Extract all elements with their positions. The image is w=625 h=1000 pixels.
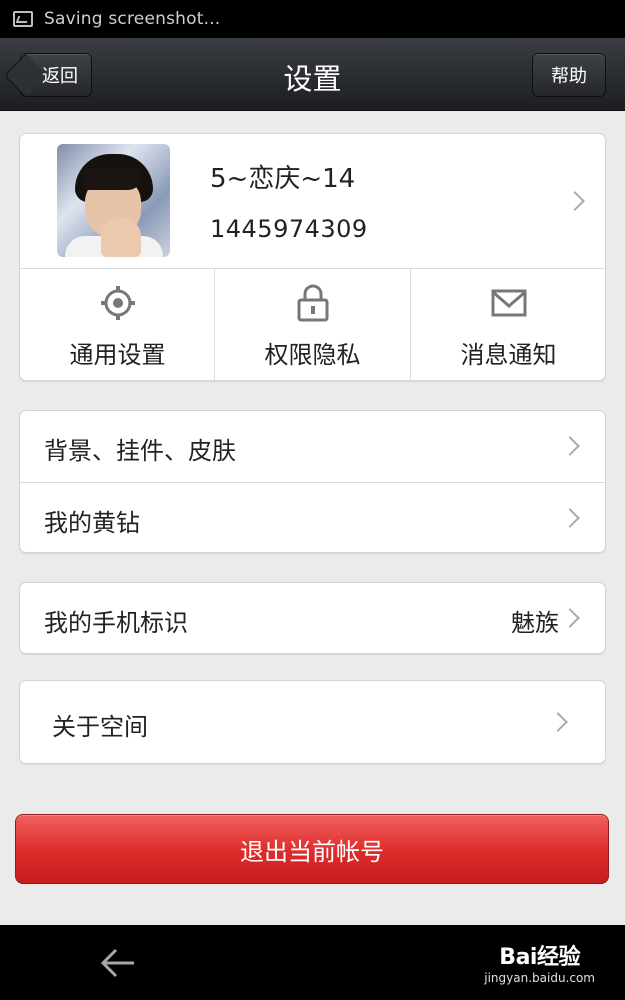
watermark: Bai经验 jingyan.baidu.com — [484, 939, 595, 985]
profile-name[interactable]: 5~恋庆~14 — [210, 158, 355, 195]
avatar[interactable] — [57, 144, 170, 257]
chevron-right-icon — [560, 508, 580, 528]
menu-item-about[interactable]: 关于空间 — [20, 687, 605, 758]
shortcut-notifications[interactable]: 消息通知 — [411, 269, 606, 380]
logout-button[interactable]: 退出当前帐号 — [15, 814, 609, 884]
menu-item-label: 我的黄钻 — [44, 509, 140, 537]
profile-id: 1445974309 — [210, 215, 368, 243]
watermark-url: jingyan.baidu.com — [484, 971, 595, 985]
menu-item-phone-tag[interactable]: 我的手机标识 魅族 — [20, 583, 605, 654]
menu-group: 我的手机标识 魅族 — [19, 582, 606, 654]
menu-item-label: 关于空间 — [52, 713, 148, 741]
watermark-brand: Bai经验 — [499, 945, 580, 970]
chevron-right-icon — [548, 712, 568, 732]
chevron-right-icon[interactable] — [565, 191, 585, 211]
chevron-right-icon — [560, 608, 580, 628]
back-arrow-icon[interactable] — [100, 947, 136, 979]
menu-item-skin[interactable]: 背景、挂件、皮肤 — [20, 411, 605, 482]
menu-item-value: 魅族 — [511, 609, 559, 637]
status-bar: Saving screenshot... — [0, 0, 625, 38]
menu-group: 背景、挂件、皮肤 我的黄钻 — [19, 410, 606, 553]
menu-group: 关于空间 — [19, 680, 606, 764]
chevron-right-icon — [560, 436, 580, 456]
title-bar: 返回 设置 帮助 — [0, 38, 625, 111]
shortcut-general-settings[interactable]: 通用设置 — [20, 269, 215, 380]
menu-item-label: 背景、挂件、皮肤 — [44, 437, 236, 465]
menu-item-label: 我的手机标识 — [44, 609, 188, 637]
back-button-label: 返回 — [42, 66, 78, 87]
navigation-bar: Bai经验 jingyan.baidu.com — [0, 925, 625, 1000]
image-icon — [13, 11, 33, 27]
help-button[interactable]: 帮助 — [532, 53, 606, 97]
mail-icon — [489, 285, 529, 321]
shortcut-privacy[interactable]: 权限隐私 — [215, 269, 410, 380]
menu-item-yellow-diamond[interactable]: 我的黄钻 — [20, 483, 605, 554]
shortcut-label: 消息通知 — [460, 341, 557, 369]
gear-icon — [98, 285, 138, 321]
shortcut-label: 通用设置 — [69, 341, 166, 369]
status-text: Saving screenshot... — [44, 9, 221, 29]
shortcut-label: 权限隐私 — [264, 341, 361, 369]
profile-card: 5~恋庆~14 1445974309 通用设置 权限隐私 消息通知 — [19, 133, 606, 381]
lock-icon — [293, 284, 333, 322]
